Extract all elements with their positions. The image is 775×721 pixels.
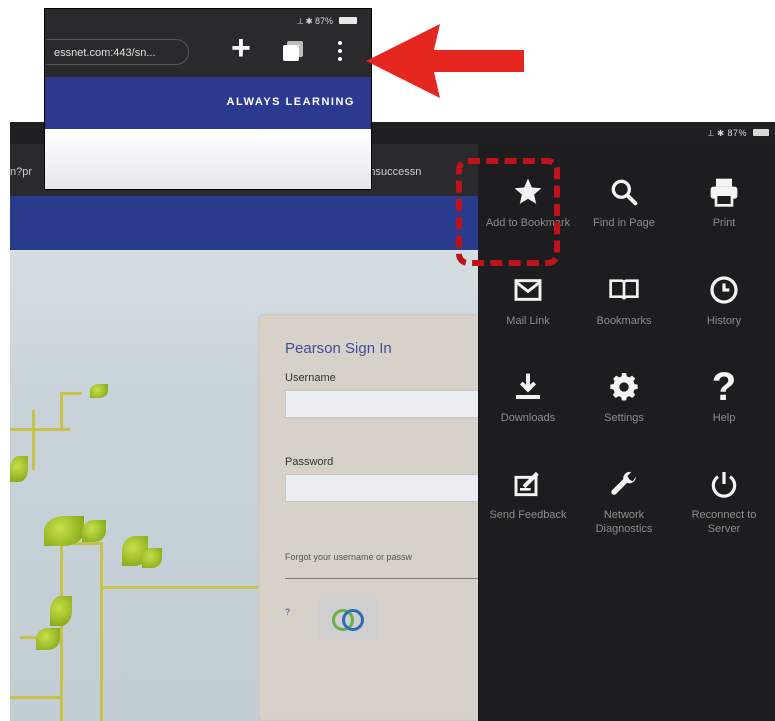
- download-icon: [508, 369, 548, 405]
- menu-item-label: History: [706, 315, 742, 327]
- menu-item-find-in-page[interactable]: Find in Page: [578, 174, 670, 230]
- menu-item-network-diagnostics[interactable]: Network Diagnostics: [578, 466, 670, 536]
- username-field[interactable]: [285, 390, 487, 418]
- divider: [285, 578, 485, 579]
- overflow-menu-icon[interactable]: [338, 41, 344, 65]
- battery-icon: [339, 17, 357, 24]
- menu-item-print[interactable]: Print: [678, 174, 770, 230]
- menu-item-label: Bookmarks: [596, 315, 652, 327]
- menu-item-label: Network Diagnostics: [595, 509, 653, 535]
- zoomed-toolbar-inset: ⟂ ✱ 87% essnet.com:443/sn... + ALWAYS LE…: [44, 8, 372, 190]
- menu-item-label: Settings: [604, 412, 644, 424]
- search-icon: [604, 174, 644, 210]
- menu-item-label: Print: [712, 217, 736, 229]
- forgot-credentials-link[interactable]: Forgot your username or passw: [285, 552, 412, 562]
- status-text: ⟂ ✱ 87%: [707, 128, 747, 138]
- sign-in-title: Pearson Sign In: [285, 340, 392, 357]
- pearson-rings-logo[interactable]: [318, 599, 378, 639]
- tabs-icon[interactable]: [283, 41, 303, 61]
- status-text: ⟂ ✱ 87%: [297, 16, 333, 26]
- clock-icon: [704, 272, 744, 308]
- help-mark[interactable]: ?: [285, 607, 290, 617]
- pointer-arrow: [366, 24, 524, 98]
- web-page: Pearson Sign In Username Password Forgot…: [10, 196, 487, 721]
- url-fragment-left: n?pr: [10, 166, 33, 178]
- menu-item-label: Help: [712, 412, 736, 424]
- username-label: Username: [285, 372, 336, 384]
- battery-icon: [753, 129, 769, 136]
- menu-item-reconnect-to-server[interactable]: Reconnect to Server: [678, 466, 770, 536]
- menu-item-label: Downloads: [500, 412, 556, 424]
- page-content-area: [45, 129, 371, 189]
- menu-item-help[interactable]: ? Help: [678, 365, 770, 425]
- question-icon: ?: [711, 365, 737, 409]
- menu-item-label: Mail Link: [506, 315, 550, 327]
- menu-item-history[interactable]: History: [678, 272, 770, 328]
- menu-item-label: Reconnect to Server: [691, 509, 757, 535]
- pearson-header-band: [10, 196, 480, 250]
- menu-item-mail-link[interactable]: Mail Link: [482, 272, 574, 328]
- menu-item-bookmarks[interactable]: Bookmarks: [578, 272, 670, 328]
- brand-banner-text: ALWAYS LEARNING: [226, 96, 355, 108]
- pearson-header-band: ALWAYS LEARNING: [45, 77, 371, 129]
- password-field[interactable]: [285, 474, 487, 502]
- menu-item-label: Send Feedback: [489, 509, 567, 521]
- browser-screenshot: ⟂ ✱ 87% n?pr ersonsuccessn Pearson Sign …: [10, 122, 775, 721]
- sign-in-panel: Pearson Sign In Username Password Forgot…: [258, 314, 487, 721]
- gear-icon: [604, 369, 644, 405]
- new-tab-icon[interactable]: +: [231, 31, 251, 65]
- url-field[interactable]: essnet.com:443/sn...: [45, 39, 189, 65]
- menu-item-downloads[interactable]: Downloads: [482, 369, 574, 425]
- printer-icon: [704, 174, 744, 210]
- power-icon: [704, 466, 744, 502]
- wrench-icon: [604, 466, 644, 502]
- menu-item-settings[interactable]: Settings: [578, 369, 670, 425]
- highlight-box: [456, 158, 560, 266]
- menu-item-label: Find in Page: [593, 217, 655, 229]
- password-label: Password: [285, 456, 334, 468]
- mail-icon: [508, 272, 548, 308]
- book-icon: [604, 272, 644, 308]
- menu-item-send-feedback[interactable]: Send Feedback: [482, 466, 574, 522]
- feedback-icon: [508, 466, 548, 502]
